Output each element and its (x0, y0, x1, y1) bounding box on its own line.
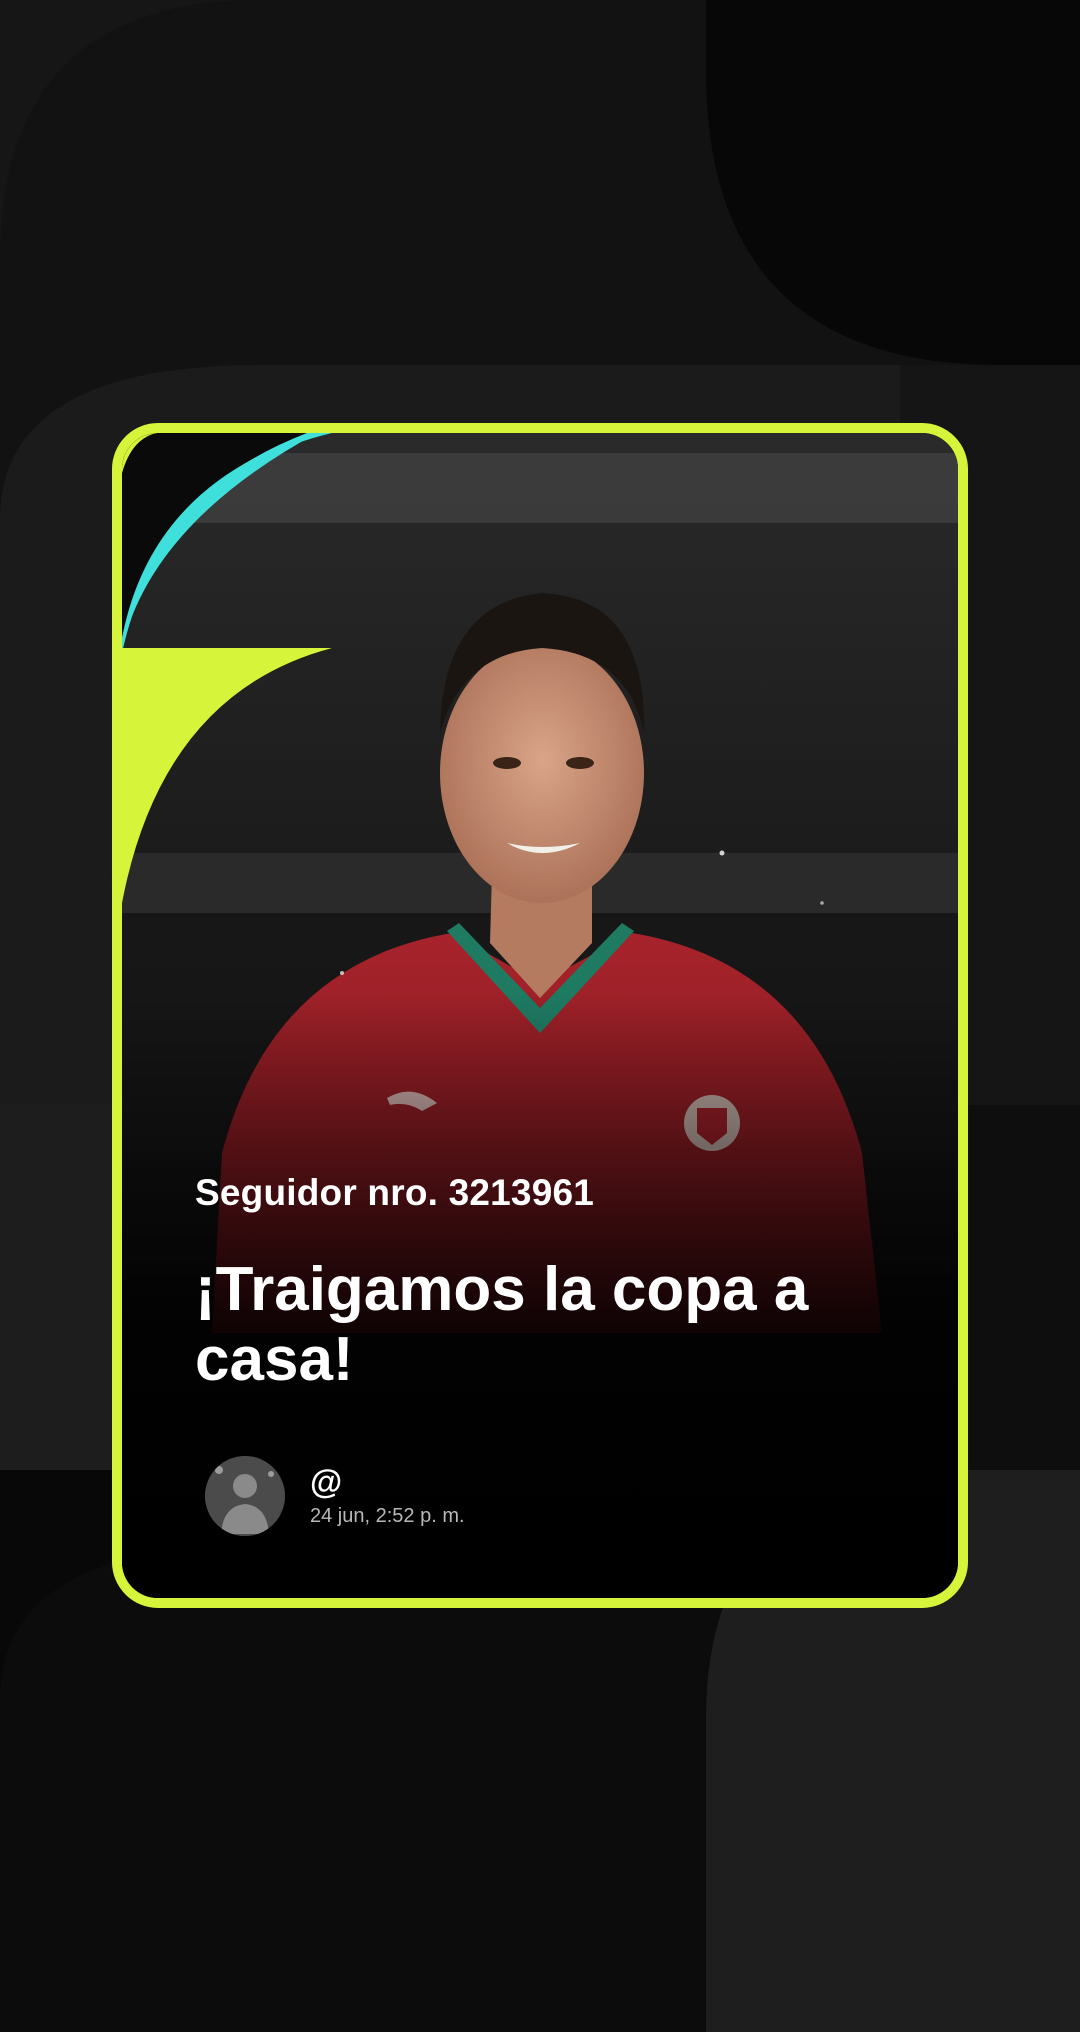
post-timestamp: 24 jun, 2:52 p. m. (310, 1505, 465, 1527)
user-avatar-icon (205, 1456, 285, 1536)
corner-swoosh-decoration (122, 433, 332, 903)
supporter-card (112, 423, 968, 1608)
fan-number-label: Seguidor nro. 3213961 (195, 1172, 595, 1213)
avatar[interactable] (205, 1456, 285, 1536)
user-handle[interactable]: @ (310, 1463, 342, 1501)
headline: ¡Traigamos la copa a casa! (195, 1255, 809, 1394)
